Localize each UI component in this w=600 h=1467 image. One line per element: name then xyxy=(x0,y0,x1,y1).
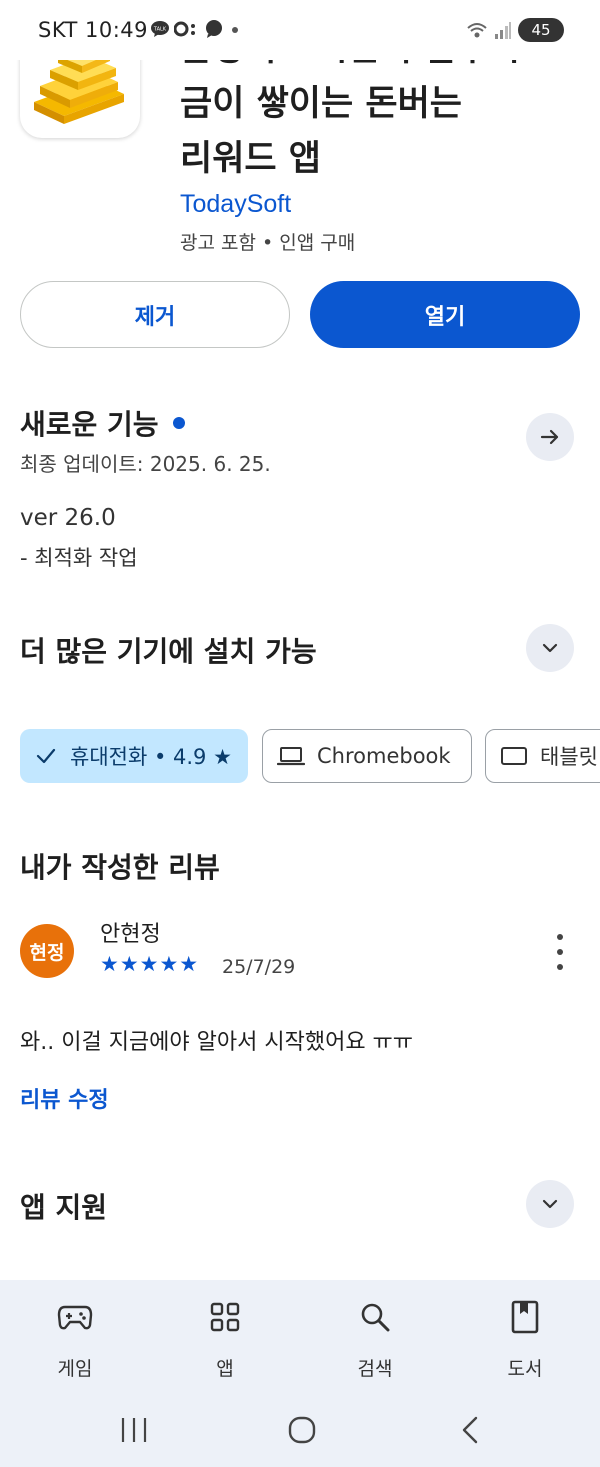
arrow-right-icon xyxy=(540,429,559,445)
app-meta: 광고 포함 • 인앱 구매 xyxy=(180,232,356,254)
more-options-icon[interactable] xyxy=(548,934,572,970)
home-icon xyxy=(288,1416,316,1444)
app-support-title: 앱 지원 xyxy=(20,1191,108,1224)
chevron-down-icon xyxy=(542,1199,558,1209)
device-chip-chromebook-label: Chromebook xyxy=(317,744,451,768)
new-indicator-dot xyxy=(172,417,185,429)
devices-title: 더 많은 기기에 설치 가능 xyxy=(20,635,317,668)
chat-bubble-icon xyxy=(206,20,222,38)
device-chip-phone-label: 휴대전화 • 4.9 ★ xyxy=(70,745,232,769)
notification-icons: TALK xyxy=(150,20,242,38)
last-updated: 최종 업데이트: 2025. 6. 25. xyxy=(20,452,271,476)
release-notes: - 최적화 작업 xyxy=(20,546,138,570)
nav-label-search: 검색 xyxy=(357,1358,393,1380)
device-chip-tablet[interactable]: 태블릿 xyxy=(485,729,600,783)
review-stars: ★★★★★ xyxy=(100,952,200,976)
devices-expand-button[interactable] xyxy=(526,624,574,672)
back-icon xyxy=(462,1416,478,1444)
apps-grid-icon xyxy=(210,1302,240,1332)
svg-text:TALK: TALK xyxy=(153,27,167,33)
nav-item-games[interactable]: 게임 xyxy=(20,1298,130,1381)
system-status: 45 xyxy=(466,18,564,42)
recent-apps-button[interactable] xyxy=(116,1412,152,1448)
laptop-icon xyxy=(277,747,305,766)
my-review-title: 내가 작성한 리뷰 xyxy=(20,851,220,884)
back-button[interactable] xyxy=(452,1412,488,1448)
system-navigation xyxy=(0,1400,600,1467)
nav-item-search[interactable]: 검색 xyxy=(320,1298,430,1381)
status-time: SKT 10:49 xyxy=(38,18,148,42)
review-body: 와.. 이걸 지금에야 알아서 시작했어요 ㅠㅠ xyxy=(20,1030,414,1055)
talk-icon: TALK xyxy=(151,21,169,37)
wifi-icon xyxy=(467,23,487,38)
nav-item-apps[interactable]: 앱 xyxy=(170,1298,280,1381)
battery-level: 45 xyxy=(531,21,551,39)
avatar: 현정 xyxy=(20,924,74,978)
open-button[interactable]: 열기 xyxy=(310,281,580,348)
reviewer-name: 안현정 xyxy=(100,922,161,947)
dot-icon xyxy=(232,27,238,33)
device-chip-tablet-label: 태블릿 xyxy=(540,745,598,769)
check-icon xyxy=(36,748,56,764)
device-chip-chromebook[interactable]: Chromebook xyxy=(262,729,472,783)
home-button[interactable] xyxy=(284,1412,320,1448)
whats-new-heading: 새로운 기능 xyxy=(20,403,185,443)
search-icon xyxy=(361,1303,390,1332)
battery-indicator: 45 xyxy=(518,18,564,42)
review-date: 25/7/29 xyxy=(222,956,296,978)
nav-label-books: 도서 xyxy=(507,1358,543,1380)
chevron-down-icon xyxy=(542,643,558,653)
remove-button[interactable]: 제거 xyxy=(20,281,290,348)
tablet-icon xyxy=(501,747,527,765)
whats-new-arrow-button[interactable] xyxy=(526,413,574,461)
status-bar: SKT 10:49 TALK 45 xyxy=(0,0,600,60)
edit-review-link[interactable]: 리뷰 수정 xyxy=(20,1082,109,1114)
whats-new-title: 새로운 기능 xyxy=(20,408,159,441)
gamepad-icon xyxy=(57,1305,93,1330)
version-text: ver 26.0 xyxy=(20,505,116,531)
device-chip-phone[interactable]: 휴대전화 • 4.9 ★ xyxy=(20,729,248,783)
nav-label-games: 게임 xyxy=(57,1358,93,1380)
recent-apps-icon xyxy=(121,1418,147,1442)
signal-icon xyxy=(495,22,511,39)
book-icon xyxy=(511,1300,539,1334)
nav-item-books[interactable]: 도서 xyxy=(470,1298,580,1381)
app-support-expand-button[interactable] xyxy=(526,1180,574,1228)
nav-label-apps: 앱 xyxy=(216,1358,234,1380)
pay-icon xyxy=(174,21,195,37)
developer-link[interactable]: TodaySoft xyxy=(180,190,291,219)
